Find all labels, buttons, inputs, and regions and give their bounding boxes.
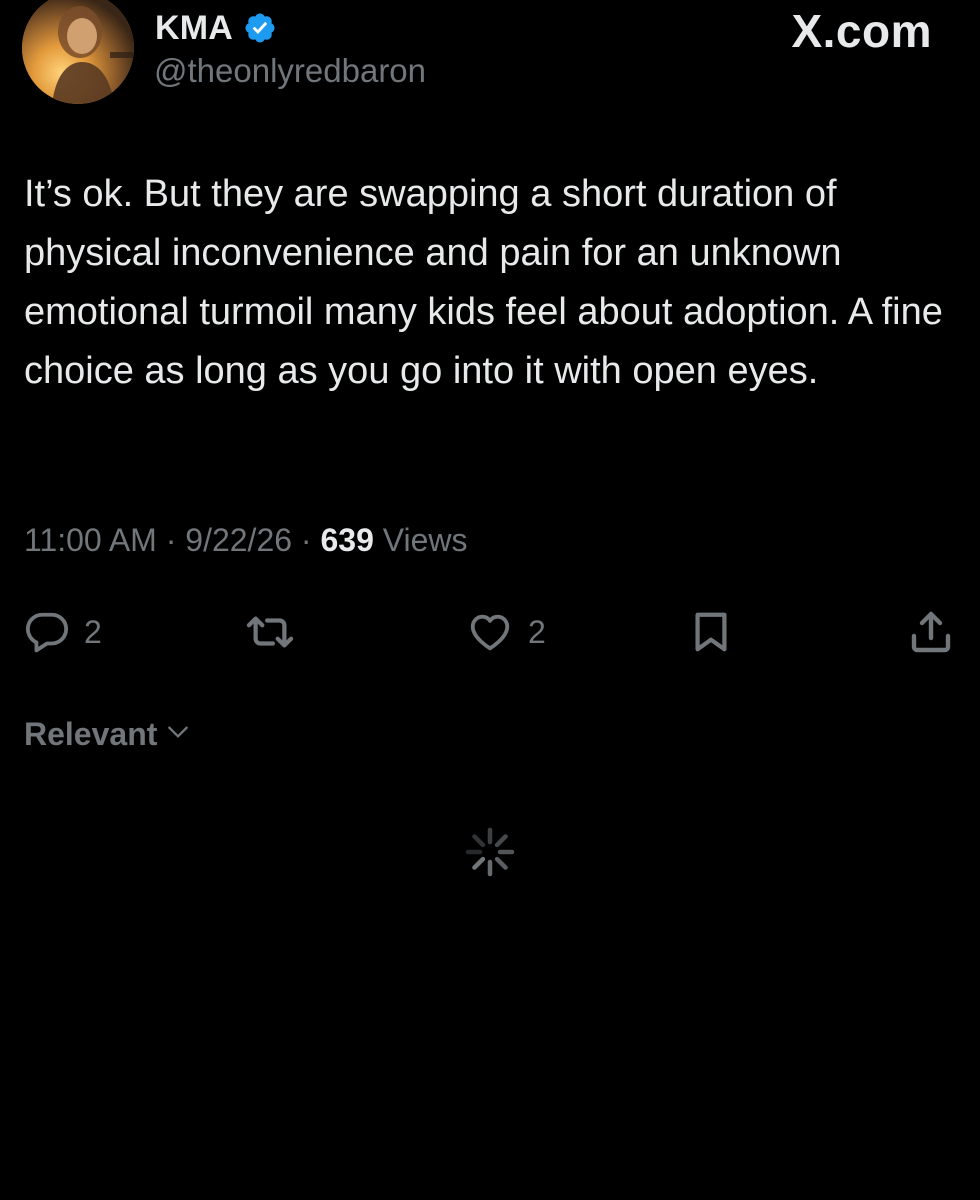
display-name[interactable]: KMA: [155, 9, 233, 48]
tweet-text: It’s ok. But they are swapping a short d…: [24, 173, 943, 392]
like-button[interactable]: 2: [466, 605, 546, 659]
spinner-spoke: [472, 856, 486, 870]
spinner-spoke: [494, 856, 508, 870]
author-handle[interactable]: @theonlyredbaron: [154, 52, 426, 90]
retweet-icon: [246, 616, 294, 648]
action-bar: 2 2: [0, 605, 980, 659]
meta-separator: ·: [300, 522, 312, 558]
retweet-button[interactable]: [243, 605, 297, 659]
spinner-spoke: [494, 834, 508, 848]
author-name-row[interactable]: KMA: [155, 8, 277, 48]
reply-button[interactable]: 2: [24, 605, 102, 659]
loading-spinner-icon: [465, 827, 515, 877]
bookmark-button[interactable]: [688, 605, 734, 659]
views-count: 639: [320, 522, 374, 558]
verified-badge-icon: [243, 11, 277, 45]
reply-count: 2: [84, 613, 102, 650]
tweet-date[interactable]: 9/22/26: [185, 522, 292, 558]
spinner-spoke: [472, 834, 486, 848]
bookmark-icon: [695, 612, 727, 652]
sort-label: Relevant: [24, 715, 158, 752]
tweet-meta: 11:00 AM · 9/22/26 · 639 Views: [24, 522, 468, 559]
views-label: Views: [382, 522, 468, 558]
meta-separator: ·: [165, 522, 177, 558]
share-button[interactable]: [907, 605, 955, 659]
avatar[interactable]: [22, 0, 134, 104]
chevron-down-icon: [165, 719, 191, 750]
reply-icon: [25, 612, 69, 653]
like-count: 2: [528, 613, 546, 650]
heart-icon: [470, 614, 510, 651]
avatar-image: [22, 0, 134, 104]
share-icon: [911, 611, 951, 653]
replies-sort-dropdown[interactable]: Relevant: [24, 712, 191, 756]
tweet-time[interactable]: 11:00 AM: [24, 522, 157, 558]
site-brand: X.com: [791, 5, 932, 57]
